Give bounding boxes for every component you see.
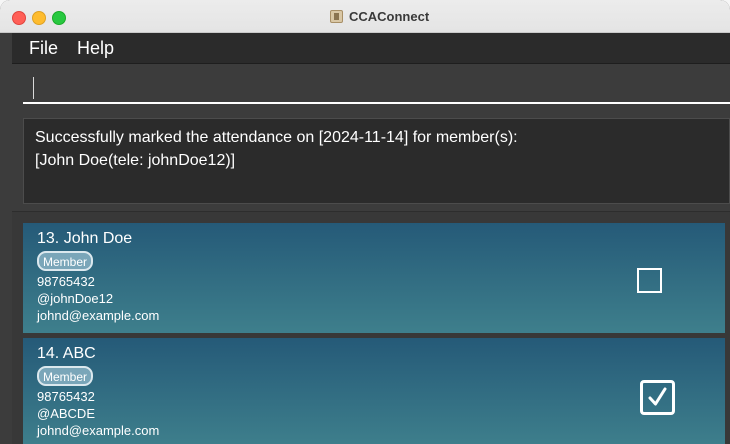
result-area: Successfully marked the attendance on [2… [12,112,730,210]
command-area [12,64,730,112]
result-message: Successfully marked the attendance on [2… [35,129,518,169]
menu-help[interactable]: Help [77,38,114,59]
member-email: johnd@example.com [37,308,160,323]
member-name: 13. John Doe [37,230,133,247]
zoom-window-button[interactable] [52,11,66,25]
text-caret [33,77,34,99]
member-list[interactable]: 13. John Doe Member 98765432 @johnDoe12 … [12,211,730,444]
app-icon [330,10,343,23]
member-telegram: @ABCDE [37,406,95,421]
title-bar[interactable]: CCAConnect [0,0,730,33]
attendance-checkbox-checked[interactable] [640,380,675,415]
checkmark-icon [648,387,667,406]
close-window-button[interactable] [12,11,26,25]
member-card[interactable]: 14. ABC Member 98765432 @ABCDE johnd@exa… [23,338,725,444]
minimize-window-button[interactable] [32,11,46,25]
member-name: 14. ABC [37,345,96,362]
window-title: CCAConnect [349,9,430,24]
result-display: Successfully marked the attendance on [2… [23,118,730,204]
app-window: CCAConnect File Help Successfully marked… [0,0,730,444]
attendance-checkbox[interactable] [637,268,662,293]
role-tag: Member [37,251,94,271]
member-email: johnd@example.com [37,423,160,438]
menu-file[interactable]: File [29,38,58,59]
member-phone: 98765432 [37,274,95,289]
menu-bar: File Help [12,33,730,64]
member-phone: 98765432 [37,389,95,404]
role-tag: Member [37,366,94,386]
member-card[interactable]: 13. John Doe Member 98765432 @johnDoe12 … [23,223,725,333]
command-input[interactable] [23,72,730,104]
member-telegram: @johnDoe12 [37,291,114,306]
